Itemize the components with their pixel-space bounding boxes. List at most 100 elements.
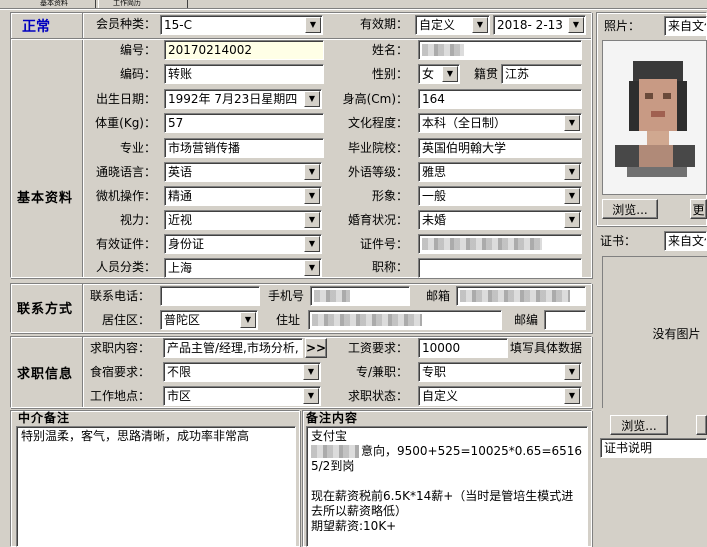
gender-select[interactable]: 女 ▼ [418,64,460,84]
birth-label: 出生日期： [95,92,156,106]
salary-input[interactable]: 10000 [418,338,508,358]
memo-line: 支付宝 [311,429,348,443]
job-status-value: 自定义 [422,389,459,403]
redacted-mask [312,314,422,326]
chevron-down-icon: ▼ [442,66,458,82]
birth-value: 1992年 7月23日星期四 [168,92,298,106]
tab-basic[interactable]: 基本资料 [0,0,96,8]
number-input[interactable]: 20170214002 [164,40,324,60]
location-value: 市区 [167,389,192,403]
email-input[interactable] [456,286,586,306]
tab-work[interactable]: 工作简历 [98,0,188,8]
cert-source-select[interactable]: 来自文件 [664,231,707,251]
photo-source-value: 来自文件 [668,19,706,33]
valid-date-picker[interactable]: 2018- 2-13 ▼ [493,15,586,35]
cert-extra-button[interactable] [696,415,707,435]
chevron-down-icon: ▼ [240,312,256,328]
job-content-more-button[interactable]: >> [305,338,327,358]
address-label: 住址 [275,313,300,327]
chevron-down-icon: ▼ [304,91,320,107]
chevron-down-icon: ▼ [304,164,320,180]
broker-note-textarea[interactable]: 特别温柔，客气，思路清晰，成功率非常高 [16,426,296,547]
chevron-down-icon: ▼ [303,388,319,404]
member-type-value: 15-C [164,18,192,32]
marital-label: 婚育状况： [347,213,408,227]
fulltime-select[interactable]: 专职 ▼ [418,362,582,382]
weight-input[interactable]: 57 [164,113,324,133]
language-value: 英语 [168,165,193,179]
member-type-label: 会员种类： [95,17,156,31]
section-contact-title: 联系方式 [17,302,74,317]
birth-date-picker[interactable]: 1992年 7月23日星期四 ▼ [164,89,322,109]
image-select[interactable]: 一般 ▼ [418,186,582,206]
zip-input[interactable] [544,310,586,330]
chevron-down-icon: ▼ [564,164,580,180]
job-status-select[interactable]: 自定义 ▼ [418,386,582,406]
computer-select[interactable]: 精通 ▼ [164,186,322,206]
photo-source-select[interactable]: 来自文件 [664,16,707,36]
member-type-select[interactable]: 15-C ▼ [160,15,323,35]
vision-select[interactable]: 近视 ▼ [164,210,322,230]
computer-label: 微机操作： [95,189,156,203]
fulltime-value: 专职 [422,365,447,379]
lodging-select[interactable]: 不限 ▼ [163,362,321,382]
redacted-mask [422,44,464,56]
name-input[interactable] [418,40,582,60]
education-label: 文化程度： [347,116,408,130]
image-value: 一般 [422,189,447,203]
chevron-down-icon: ▼ [564,188,580,204]
job-content-input[interactable]: 产品主管/经理,市场分析, [163,338,303,358]
district-select[interactable]: 普陀区 ▼ [160,310,258,330]
chevron-down-icon: ▼ [305,17,321,33]
major-input[interactable]: 市场营销传播 [164,138,324,158]
mobile-label: 手机号 [267,289,304,303]
chevron-down-icon: ▼ [304,188,320,204]
address-input[interactable] [308,310,502,330]
redacted-mask [311,445,359,458]
cert-no-input[interactable] [418,234,582,254]
language-select[interactable]: 英语 ▼ [164,162,322,182]
phone-input[interactable] [160,286,260,306]
chevron-down-icon: ▼ [564,364,580,380]
language-label: 通晓语言： [95,165,156,179]
tab-basic-label: 基本资料 [40,0,68,6]
photo-browse-button[interactable]: 浏览... [602,199,658,219]
education-select[interactable]: 本科（全日制） ▼ [418,113,582,133]
gender-label: 性别： [371,67,408,81]
zip-label: 邮编 [513,313,538,327]
cert-browse-button[interactable]: 浏览... [610,415,668,435]
title-label: 职称： [371,260,408,274]
no-image-text: 没有图片 [652,327,701,341]
redacted-mask [314,290,350,302]
school-input[interactable]: 英国伯明翰大学 [418,138,582,158]
memo-textarea[interactable]: 支付宝 意向，9500+525=10025*0.65=6516 5/2到岗 现在… [306,426,588,547]
native-label: 籍贯 [473,67,498,81]
category-value: 上海 [168,261,193,275]
name-label: 姓名： [371,43,408,57]
cert-label: 有效证件： [95,237,156,251]
image-label: 形象： [371,189,408,203]
cert-desc-input[interactable]: 证书说明 [600,438,707,458]
cert-select[interactable]: 身份证 ▼ [164,234,322,254]
major-label: 专业： [119,141,156,155]
height-input[interactable]: 164 [418,89,582,109]
valid-type-select[interactable]: 自定义 ▼ [415,15,490,35]
job-content-label: 求职内容： [89,341,150,355]
fulltime-label: 专/兼职： [355,365,408,379]
native-input[interactable]: 江苏 [501,64,582,84]
valid-type-value: 自定义 [419,18,456,32]
category-select[interactable]: 上海 ▼ [164,258,322,278]
memo-title: 备注内容 [306,411,359,425]
title-input[interactable] [418,258,582,278]
marital-select[interactable]: 未婚 ▼ [418,210,582,230]
district-label: 居住区： [101,313,150,327]
cert-source-value: 来自文件 [668,234,706,248]
tab-work-label: 工作简历 [113,0,141,6]
memo-line [311,474,583,489]
location-select[interactable]: 市区 ▼ [163,386,321,406]
photo-update-button[interactable]: 更 [690,199,707,219]
certificate-image-frame: 没有图片 [602,256,707,408]
mobile-input[interactable] [310,286,410,306]
foreign-select[interactable]: 雅思 ▼ [418,162,582,182]
code-input[interactable]: 转账 [164,64,324,84]
